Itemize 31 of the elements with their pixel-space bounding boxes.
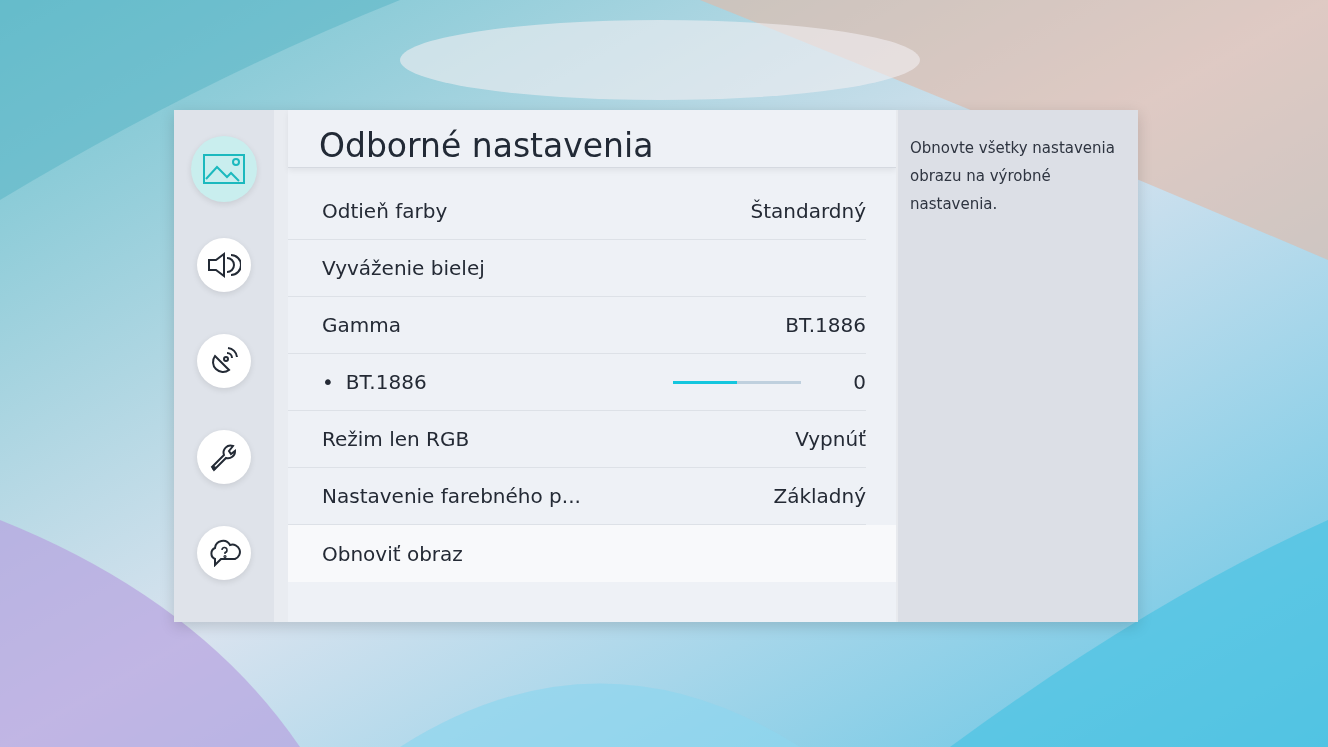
category-button[interactable] <box>197 430 251 484</box>
help-text: Obnovte všetky nastavenia obrazu na výrobné nastavenia. <box>910 138 1116 215</box>
menu-title: Odborné nastavenia <box>288 110 896 168</box>
item-label: Odtieň farby <box>322 199 448 223</box>
category-button[interactable] <box>197 526 251 580</box>
item-value: BT.1886 <box>785 313 866 337</box>
item-label: Nastavenie farebného p... <box>322 484 581 508</box>
satellite-dish-icon <box>209 346 239 376</box>
wrench-icon <box>209 442 239 472</box>
bullet: • <box>322 370 334 394</box>
item-label: Gamma <box>322 313 401 337</box>
category-button[interactable] <box>197 238 251 292</box>
menu-item[interactable]: Gamma BT.1886 <box>288 297 866 354</box>
item-value: Základný <box>773 484 866 508</box>
menu-item[interactable]: • BT.1886 0 <box>288 354 866 411</box>
picture-icon <box>203 154 245 184</box>
speaker-icon <box>207 252 241 278</box>
item-value: Štandardný <box>750 199 866 223</box>
item-label: Režim len RGB <box>322 427 470 451</box>
slider-track[interactable] <box>673 380 802 384</box>
menu-item[interactable]: Vyváženie bielej <box>288 240 866 297</box>
item-label: Vyváženie bielej <box>322 256 485 280</box>
menu-item[interactable]: Odtieň farby Štandardný <box>288 183 866 240</box>
item-label: BT.1886 <box>345 370 427 394</box>
category-button[interactable] <box>197 334 251 388</box>
item-value: Vypnúť <box>795 427 866 451</box>
item-value: 0 <box>853 370 866 394</box>
help-cloud-icon <box>207 539 241 567</box>
menu-item[interactable]: Obnoviť obraz <box>288 525 896 582</box>
menu-item[interactable]: Režim len RGB Vypnúť <box>288 411 866 468</box>
item-label: Obnoviť obraz <box>322 541 463 566</box>
